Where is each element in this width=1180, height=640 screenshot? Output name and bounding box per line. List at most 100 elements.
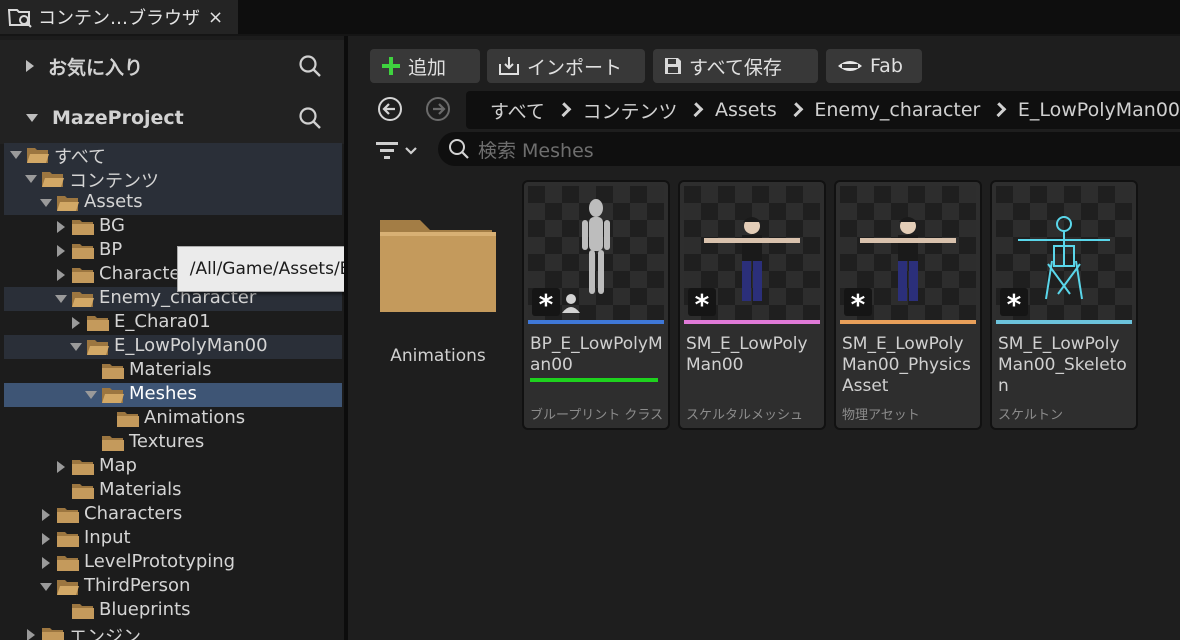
folder-open-icon <box>42 172 64 187</box>
chevron-right-icon[interactable] <box>42 557 50 569</box>
tree-item[interactable]: Assets <box>4 191 342 215</box>
chevron-right-icon[interactable] <box>57 461 65 473</box>
tree-item[interactable]: ThirdPerson <box>4 575 342 599</box>
chevron-down-icon[interactable] <box>25 175 37 183</box>
tree-item[interactable]: すべて <box>4 143 342 168</box>
chevron-right-icon[interactable] <box>57 269 65 281</box>
folder-icon <box>380 220 496 312</box>
chevron-right-icon[interactable] <box>27 629 35 640</box>
chevron-down-icon[interactable] <box>40 199 52 207</box>
asset-name: BP_E_LowPolyMan00 <box>530 334 663 375</box>
chevron-down-icon[interactable] <box>55 295 67 303</box>
tree-item[interactable]: Materials <box>4 479 342 503</box>
close-icon[interactable]: × <box>208 7 223 28</box>
chevron-right-icon[interactable] <box>26 60 34 72</box>
fab-button[interactable]: Fab <box>826 49 922 83</box>
save-all-label: すべて保存 <box>689 56 782 79</box>
fab-label: Fab <box>870 55 903 77</box>
chevron-right-icon[interactable] <box>72 317 80 329</box>
chevron-right-icon[interactable] <box>57 245 65 257</box>
search-icon[interactable] <box>298 106 322 130</box>
add-button[interactable]: 追加 <box>370 49 480 83</box>
save-all-button[interactable]: すべて保存 <box>653 49 818 83</box>
asset-type-color-bar <box>996 320 1132 324</box>
chevron-right-icon[interactable] <box>57 221 65 233</box>
asset-card[interactable]: * SM_E_LowPolyMan00_PhysicsAsset 物理アセット <box>836 182 980 428</box>
tree-item[interactable]: Animations <box>4 407 342 431</box>
tree-item[interactable]: Blueprints <box>4 599 342 623</box>
folder-item-animations[interactable]: Animations <box>376 182 500 366</box>
chevron-right-icon[interactable] <box>42 509 50 521</box>
tree-item-label: BP <box>99 239 123 260</box>
tree-item[interactable]: E_LowPolyMan00 <box>4 335 342 359</box>
forward-arrow-icon[interactable] <box>425 96 451 122</box>
project-header[interactable]: MazeProject <box>0 92 344 144</box>
tree-item[interactable]: Materials <box>4 359 342 383</box>
folder-icon <box>57 532 79 547</box>
tree-item-label: Map <box>99 455 137 476</box>
actor-icon <box>562 294 580 313</box>
asset-name: SM_E_LowPolyMan00 <box>686 334 808 375</box>
tree-item[interactable]: Map <box>4 455 342 479</box>
tree-item[interactable]: E_Chara01 <box>4 311 342 335</box>
asset-type-color-bar <box>840 320 976 324</box>
tree-item[interactable]: エンジン <box>4 623 342 640</box>
unsaved-badge: * <box>844 288 872 321</box>
tree-item[interactable]: Input <box>4 527 342 551</box>
tree-item[interactable]: Textures <box>4 431 342 455</box>
folder-icon <box>72 268 94 283</box>
unsaved-badge: * <box>688 288 716 321</box>
asset-type: 物理アセット <box>842 408 920 423</box>
chevron-down-icon[interactable] <box>85 391 97 399</box>
content-browser-icon <box>7 5 32 29</box>
chevron-down-icon[interactable] <box>26 114 38 122</box>
asset-card[interactable]: * BP_E_LowPolyMan00 ブループリント クラス <box>524 182 668 428</box>
import-label: インポート <box>527 56 623 79</box>
tree-item[interactable]: LevelPrototyping <box>4 551 342 575</box>
tab-bar: コンテン…ブラウザ × <box>0 0 1180 34</box>
search-icon <box>449 139 469 159</box>
tree-item-label: BG <box>99 215 125 236</box>
asset-card[interactable]: * SM_E_LowPolyMan00 スケルタルメッシュ <box>680 182 824 428</box>
breadcrumb-item[interactable]: E_LowPolyMan00 <box>1018 99 1180 121</box>
tree-item-label: Assets <box>84 191 143 212</box>
favorites-header[interactable]: お気に入り <box>0 40 344 92</box>
breadcrumb-item[interactable]: Enemy_character <box>814 99 980 121</box>
asset-grid: Animations * BP_E_LowPolyMan00 ブループリント クラス… <box>348 172 1180 640</box>
tree-item[interactable]: Characters <box>4 503 342 527</box>
chevron-down-icon[interactable] <box>10 151 22 159</box>
breadcrumb-item[interactable]: コンテンツ <box>582 97 677 124</box>
plus-icon <box>382 57 400 75</box>
breadcrumb-item[interactable]: すべて <box>490 97 545 124</box>
tree-item[interactable]: Meshes <box>4 383 342 407</box>
fab-icon <box>838 61 862 71</box>
filter-icon[interactable] <box>374 138 420 164</box>
asset-name: SM_E_LowPolyMan00_Skeleton <box>998 334 1127 396</box>
tree-item-label: Characte <box>99 263 181 284</box>
folder-icon <box>72 244 94 259</box>
import-icon <box>499 57 519 75</box>
search-icon[interactable] <box>298 54 322 78</box>
import-button[interactable]: インポート <box>487 49 645 83</box>
asset-card[interactable]: * SM_E_LowPolyMan00_Skeleton スケルトン <box>992 182 1136 428</box>
folder-icon <box>72 604 94 619</box>
search-input[interactable]: 検索 Meshes <box>438 132 1180 166</box>
tab-title: コンテン…ブラウザ <box>38 8 200 29</box>
tree-item[interactable]: BG <box>4 215 342 239</box>
tree-item-label: ThirdPerson <box>84 575 191 596</box>
tab-content-browser[interactable]: コンテン…ブラウザ × <box>0 0 238 34</box>
folder-open-icon <box>57 196 79 211</box>
back-arrow-icon[interactable] <box>377 96 403 122</box>
chevron-down-icon[interactable] <box>70 343 82 351</box>
chevron-right-icon[interactable] <box>42 533 50 545</box>
asset-name: SM_E_LowPolyMan00_PhysicsAsset <box>842 334 971 396</box>
tree-item-label: Textures <box>129 431 205 452</box>
tree-item[interactable]: コンテンツ <box>4 167 342 192</box>
asset-type: スケルタルメッシュ <box>686 408 804 423</box>
filter-row: 検索 Meshes <box>348 130 1180 172</box>
content-panel: 追加 インポート すべて保存 Fab すべて コンテンツ Assets Enem… <box>348 36 1180 640</box>
folder-icon <box>42 628 64 640</box>
breadcrumb-item[interactable]: Assets <box>715 99 777 121</box>
chevron-down-icon[interactable] <box>40 583 52 591</box>
unsaved-badge: * <box>532 288 560 321</box>
